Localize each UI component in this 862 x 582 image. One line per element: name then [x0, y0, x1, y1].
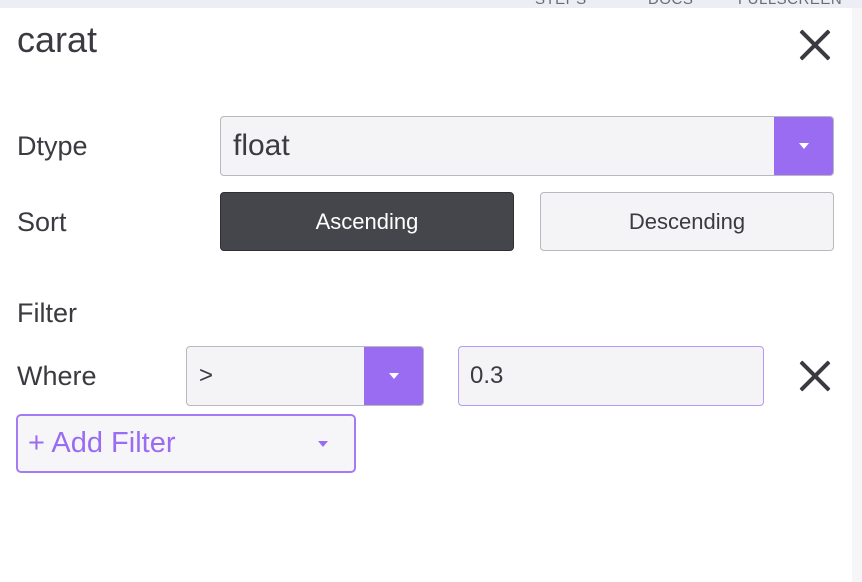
fullscreen-tab[interactable]: FULLSCREEN [738, 0, 842, 8]
add-filter-label: + Add Filter [28, 427, 176, 459]
sort-ascending-button[interactable]: Ascending [220, 192, 514, 251]
close-panel-icon[interactable] [797, 27, 833, 63]
filter-operator-select[interactable]: > [186, 346, 424, 406]
panel-scroll-edge [852, 8, 862, 582]
panel-title: carat [17, 19, 98, 60]
sort-descending-button[interactable]: Descending [540, 192, 834, 251]
top-toolbar: STEPS DOCS FULLSCREEN [0, 0, 862, 8]
chevron-down-icon [388, 373, 399, 379]
chevron-down-icon [318, 440, 328, 447]
remove-filter-icon[interactable] [797, 358, 833, 394]
dtype-select-value: float [233, 129, 290, 162]
filter-operator-dropdown-button[interactable] [364, 347, 423, 405]
add-filter-button[interactable]: + Add Filter [16, 414, 356, 473]
sort-label: Sort [17, 207, 67, 237]
filter-operator-value: > [199, 362, 214, 389]
dtype-label: Dtype [17, 131, 88, 161]
steps-tab[interactable]: STEPS [535, 0, 587, 8]
dtype-dropdown-button[interactable] [774, 117, 833, 175]
docs-tab[interactable]: DOCS [648, 0, 693, 8]
dtype-select[interactable]: float [220, 116, 834, 176]
column-settings-panel [0, 8, 852, 582]
chevron-down-icon [798, 143, 809, 149]
filter-value-input[interactable]: 0.3 [458, 346, 764, 406]
filter-where-label: Where [17, 361, 97, 391]
filter-heading: Filter [17, 298, 77, 328]
